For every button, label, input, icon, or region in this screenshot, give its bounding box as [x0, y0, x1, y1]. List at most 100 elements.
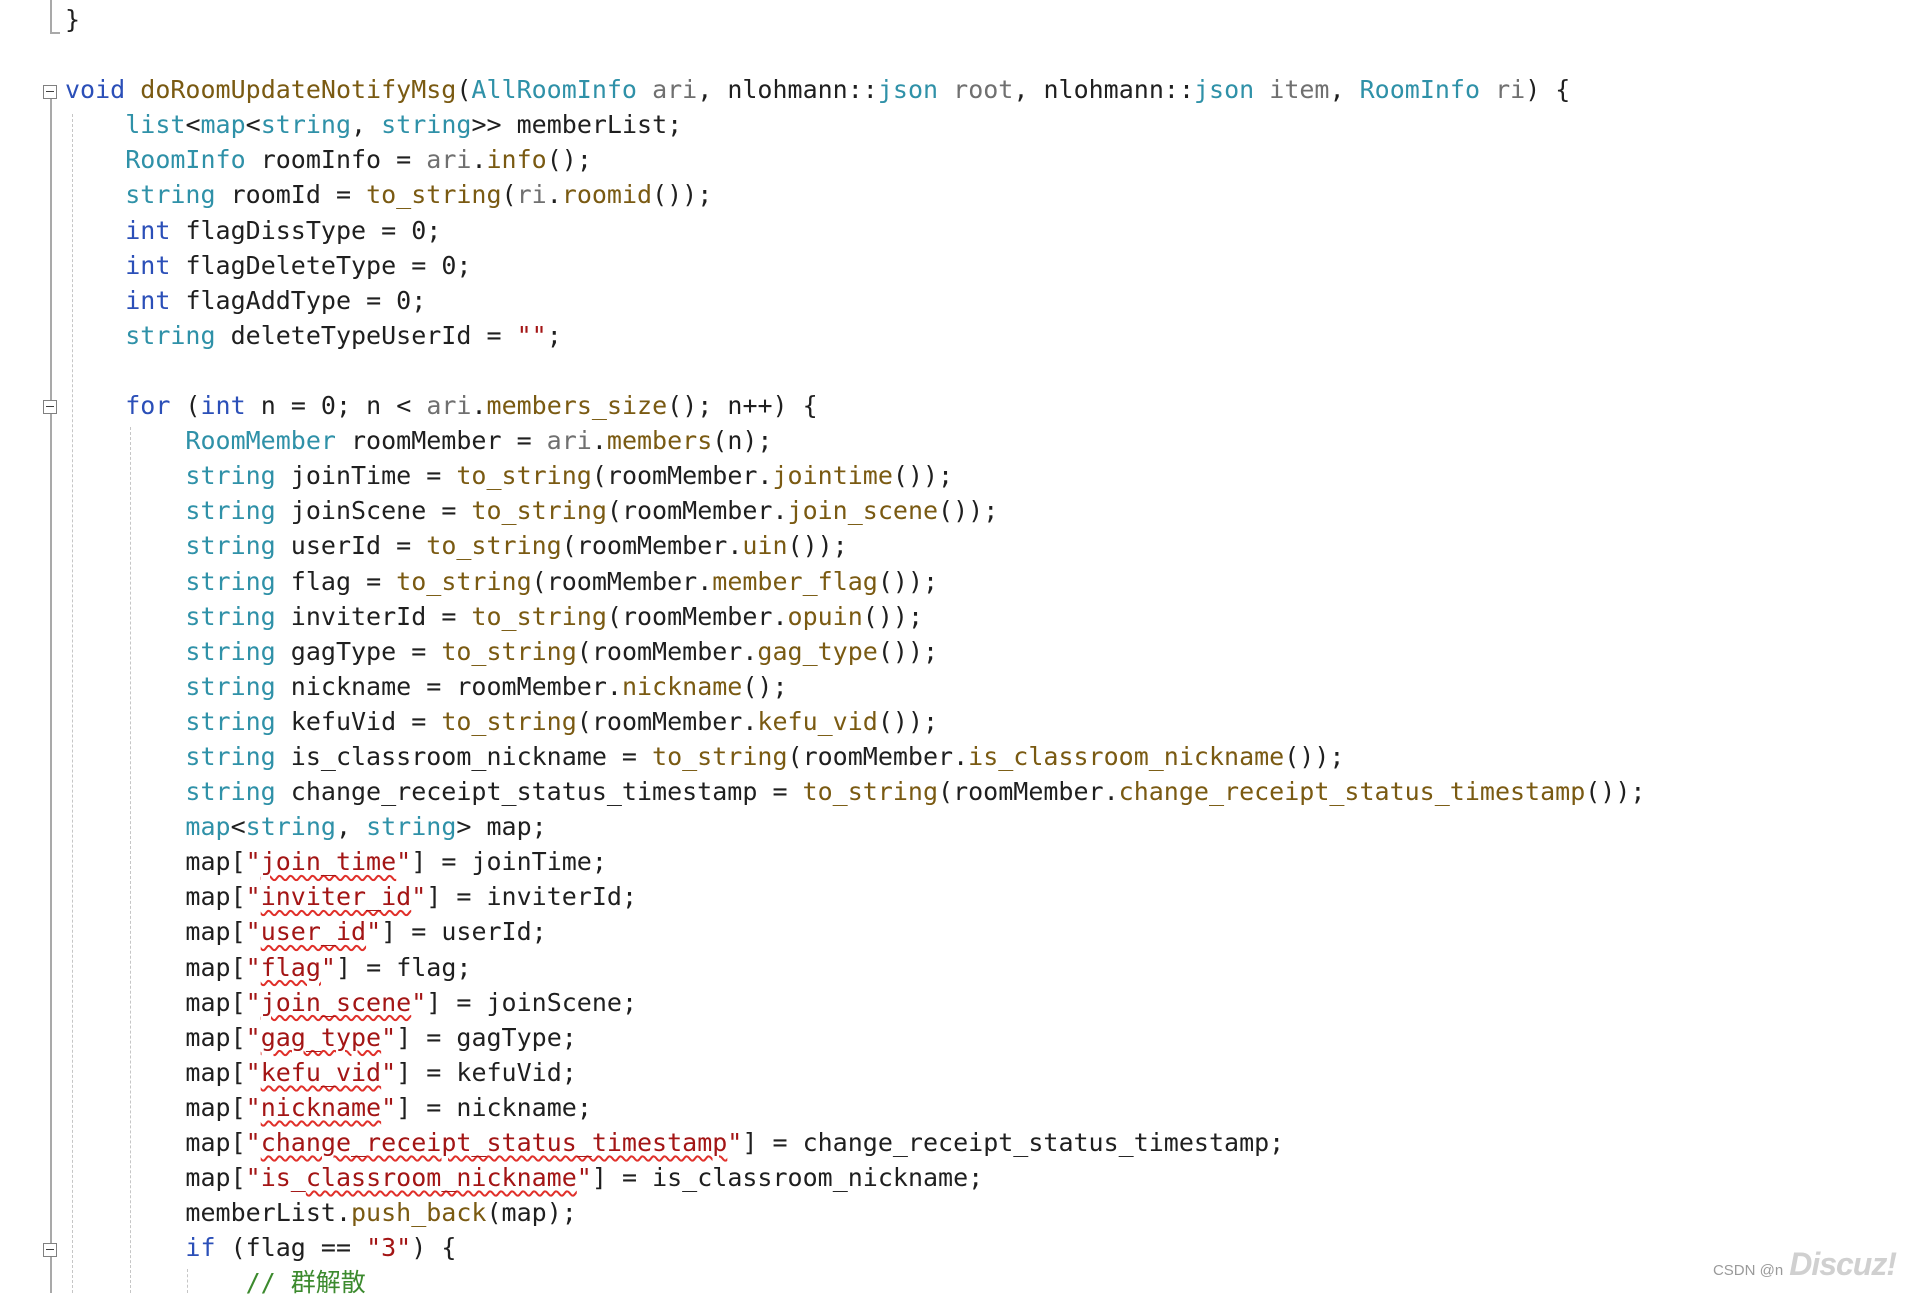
code-token: ; [531, 812, 547, 842]
code-token: = [411, 461, 457, 491]
code-line[interactable]: string joinTime = to_string(roomMember.j… [65, 458, 1905, 493]
code-token: gagType [456, 1022, 562, 1052]
code-token: change_receipt_status_timestamp [290, 777, 758, 807]
code-token: ; [591, 847, 607, 877]
code-token: == [305, 1233, 367, 1263]
code-line[interactable]: map["nickname"] = nickname; [65, 1090, 1905, 1125]
code-line[interactable]: if (flag == "3") { [65, 1230, 1905, 1265]
code-token: kefu_vid [757, 706, 878, 736]
code-token: map [185, 1128, 231, 1157]
code-line[interactable]: string deleteTypeUserId = ""; [65, 318, 1905, 353]
code-token: joinScene [486, 987, 622, 1017]
code-line[interactable]: string kefuVid = to_string(roomMember.ke… [65, 704, 1905, 739]
code-line[interactable]: memberList.push_back(map); [65, 1195, 1905, 1230]
code-token: 0 [441, 250, 457, 280]
code-token: [ [230, 1163, 246, 1193]
code-token: flagDeleteType [185, 250, 397, 280]
code-line[interactable]: map["gag_type"] = gagType; [65, 1020, 1905, 1055]
code-line[interactable]: // 群解散 [65, 1265, 1905, 1300]
code-token: change_receipt_status_timestamp [1118, 777, 1586, 807]
code-line[interactable]: string userId = to_string(roomMember.uin… [65, 528, 1905, 563]
code-token: ()); [787, 531, 848, 561]
code-line[interactable]: map["change_receipt_status_timestamp"] =… [65, 1125, 1905, 1160]
code-line[interactable]: RoomMember roomMember = ari.members(n); [65, 423, 1905, 458]
code-token: < [185, 110, 201, 140]
code-token: map [185, 847, 231, 877]
code-editor[interactable]: } void doRoomUpdateNotifyMsg(AllRoomInfo … [0, 0, 1910, 1297]
code-token: ()); [892, 461, 954, 491]
code-token: " [381, 1092, 397, 1122]
code-line[interactable]: string roomId = to_string(ri.roomid()); [65, 177, 1905, 212]
code-token: // 群解散 [245, 1268, 366, 1298]
code-line[interactable]: RoomInfo roomInfo = ari.info(); [65, 142, 1905, 177]
code-token: n [260, 391, 276, 421]
code-line[interactable]: map["kefu_vid"] = kefuVid; [65, 1055, 1905, 1090]
code-line[interactable] [65, 353, 1905, 388]
code-token: string [381, 110, 472, 140]
code-line[interactable]: } [65, 2, 1905, 37]
code-token: is_classroom_nickname [968, 741, 1285, 771]
code-line[interactable]: string is_classroom_nickname = to_string… [65, 739, 1905, 774]
code-token: roomMember [802, 741, 954, 771]
fold-toggle-for[interactable] [43, 400, 57, 414]
code-line[interactable]: string gagType = to_string(roomMember.ga… [65, 634, 1905, 669]
code-line[interactable]: for (int n = 0; n < ari.members_size(); … [65, 388, 1905, 423]
code-line[interactable]: string inviterId = to_string(roomMember.… [65, 599, 1905, 634]
code-token: flag [396, 952, 457, 982]
code-lines[interactable]: } void doRoomUpdateNotifyMsg(AllRoomInfo … [65, 2, 1905, 1300]
code-line[interactable]: int flagDissType = 0; [65, 213, 1905, 248]
code-line[interactable]: string nickname = roomMember.nickname(); [65, 669, 1905, 704]
code-token: = [606, 741, 653, 771]
code-token: ( [501, 180, 517, 210]
code-token: , [1013, 75, 1044, 105]
code-token: 0 [411, 215, 427, 245]
code-token: [ [230, 1022, 246, 1052]
code-token: ; [576, 1092, 592, 1122]
code-line[interactable] [65, 37, 1905, 72]
code-line[interactable]: map["join_time"] = joinTime; [65, 844, 1905, 879]
code-token: ; [411, 285, 427, 315]
code-line[interactable]: map["is_classroom_nickname"] = is_classr… [65, 1160, 1905, 1195]
code-token: doRoomUpdateNotifyMsg [140, 75, 457, 105]
code-line[interactable]: void doRoomUpdateNotifyMsg(AllRoomInfo a… [65, 72, 1905, 107]
code-token: ( [606, 496, 622, 526]
code-line[interactable]: int flagAddType = 0; [65, 283, 1905, 318]
code-line[interactable]: int flagDeleteType = 0; [65, 248, 1905, 283]
code-token: int [125, 250, 171, 280]
code-line[interactable]: map["flag"] = flag; [65, 950, 1905, 985]
code-line[interactable]: map["join_scene"] = joinScene; [65, 985, 1905, 1020]
code-line[interactable]: string joinScene = to_string(roomMember.… [65, 493, 1905, 528]
code-token: ; [667, 110, 683, 140]
code-line[interactable]: map["inviter_id"] = inviterId; [65, 879, 1905, 914]
fold-toggle-function[interactable] [43, 85, 57, 99]
code-token-warning: flag [260, 952, 321, 982]
code-token: " [320, 952, 336, 982]
code-token: string [185, 496, 276, 526]
code-token: ()); [862, 601, 924, 631]
code-token: . [335, 1198, 351, 1228]
code-token: = [320, 180, 367, 210]
code-token: . [471, 391, 487, 421]
code-line[interactable]: list<map<string, string>> memberList; [65, 107, 1905, 142]
code-line[interactable]: string change_receipt_status_timestamp =… [65, 774, 1905, 809]
code-token: ) { [1525, 75, 1571, 105]
code-token: ; [1269, 1128, 1285, 1157]
code-token-warning: classroom_nickname [305, 1163, 577, 1193]
code-token: ()); [877, 706, 939, 736]
code-token: to_string [396, 566, 532, 596]
code-line[interactable]: map["user_id"] = userId; [65, 914, 1905, 949]
code-token: "is_ [245, 1163, 306, 1193]
code-line[interactable]: map<string, string> map; [65, 809, 1905, 844]
fold-toggle-if[interactable] [43, 1243, 57, 1257]
code-token: roomMember [621, 601, 773, 631]
code-line[interactable]: string flag = to_string(roomMember.membe… [65, 564, 1905, 599]
